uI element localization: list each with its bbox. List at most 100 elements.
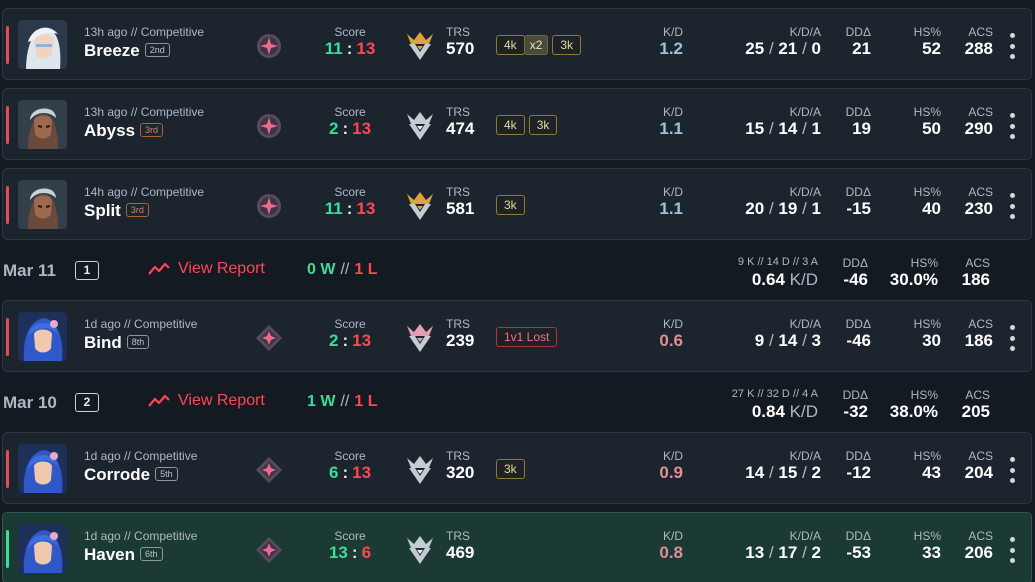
match-row[interactable]: 1d ago // Competitive Bind 8th Score 2:13 … — [2, 300, 1032, 372]
more-options-icon[interactable] — [1006, 537, 1018, 563]
match-meta: 1d ago // Competitive — [84, 529, 198, 543]
view-report-link[interactable]: View Report — [148, 260, 265, 278]
kda: K/D/A 20 / 19 / 1 — [745, 185, 821, 218]
kda-summary: 27 K // 32 D // 4 A — [731, 388, 818, 400]
rank-icon — [256, 537, 282, 563]
acs: ACS 290 — [964, 105, 993, 138]
match-row[interactable]: 14h ago // Competitive Split 3rd Score 11:… — [2, 168, 1032, 240]
match-row[interactable]: 1d ago // Competitive Corrode 5th Score 6:… — [2, 432, 1032, 504]
agent-avatar — [18, 100, 67, 149]
trend-icon — [148, 262, 170, 275]
hs-percent: HS% 40 — [913, 185, 941, 218]
trs: TRS 239 — [446, 317, 475, 350]
match-row[interactable]: 1d ago // Competitive Haven 6th Score 13:6… — [2, 512, 1032, 582]
match-meta: 1d ago // Competitive — [84, 449, 198, 463]
day-date: Mar 10 — [3, 393, 57, 412]
more-options-icon[interactable] — [1006, 457, 1018, 483]
kda: K/D/A 14 / 15 / 2 — [745, 449, 821, 482]
loss-indicator — [6, 450, 9, 488]
loss-indicator — [6, 186, 9, 224]
placement-badge: 6th — [140, 547, 163, 561]
win-loss: 0 W//1 L — [307, 261, 378, 278]
match-count-badge: 1 — [75, 261, 99, 280]
more-options-icon[interactable] — [1006, 325, 1018, 351]
rank-icon — [256, 325, 282, 351]
badge-4k: 4k — [496, 115, 525, 135]
badge-3k: 3k — [496, 195, 525, 215]
map-name: Abyss 3rd — [84, 121, 164, 141]
badge-3k: 3k — [528, 115, 558, 135]
agent-avatar — [18, 444, 67, 493]
score: Score 11:13 — [324, 25, 376, 58]
kda: K/D/A 25 / 21 / 0 — [745, 25, 821, 58]
rank-icon — [257, 114, 281, 138]
day-summary: Mar 11 1 View Report 0 W//1 L 9 K // 14 … — [0, 248, 1035, 298]
kd: K/D 0.8 — [659, 529, 683, 562]
placement-badge: 2nd — [144, 43, 170, 57]
acs-summary: ACS 186 — [961, 256, 990, 289]
highlight-badges: 4k x2 3k — [496, 35, 582, 55]
match-row[interactable]: 13h ago // Competitive Abyss 3rd Score 2:1… — [2, 88, 1032, 160]
dd-summary: DDΔ -32 — [842, 388, 868, 421]
view-report-link[interactable]: View Report — [148, 392, 265, 410]
day-summary: Mar 10 2 View Report 1 W//1 L 27 K // 32… — [0, 380, 1035, 430]
badge-3k: 3k — [552, 35, 582, 55]
rank-icon — [257, 34, 281, 58]
hs-summary: HS% 30.0% — [889, 256, 938, 289]
match-count-badge: 2 — [75, 393, 99, 412]
dd-delta: DDΔ -12 — [845, 449, 871, 482]
trs-silver-icon — [407, 456, 433, 484]
dd-delta: DDΔ -53 — [845, 529, 871, 562]
hs-percent: HS% 33 — [913, 529, 941, 562]
win-indicator — [6, 530, 9, 568]
badge-3k: 3k — [496, 459, 525, 479]
score: Score 11:13 — [324, 185, 376, 218]
match-meta: 14h ago // Competitive — [84, 185, 205, 199]
kda: K/D/A 15 / 14 / 1 — [745, 105, 821, 138]
score: Score 6:13 — [328, 449, 372, 482]
score: Score 2:13 — [328, 105, 372, 138]
dd-delta: DDΔ 19 — [845, 105, 871, 138]
rank-icon — [257, 194, 281, 218]
score: Score 13:6 — [328, 529, 372, 562]
map-name: Breeze 2nd — [84, 41, 170, 61]
dd-summary: DDΔ -46 — [842, 256, 868, 289]
match-meta: 13h ago // Competitive — [84, 105, 205, 119]
dd-delta: DDΔ -46 — [845, 317, 871, 350]
kd: K/D 0.9 — [659, 449, 683, 482]
kd: K/D 1.1 — [659, 105, 683, 138]
badge-multiplier: x2 — [523, 35, 549, 55]
trs-gold-icon — [407, 32, 433, 60]
agent-avatar — [18, 180, 67, 229]
hs-summary: HS% 38.0% — [889, 388, 938, 421]
match-row[interactable]: 13h ago // Competitive Breeze 2nd Score 11… — [2, 8, 1032, 80]
map-name: Corrode 5th — [84, 465, 178, 485]
kd: K/D 0.6 — [659, 317, 683, 350]
dd-delta: DDΔ -15 — [845, 185, 871, 218]
kda: K/D/A 13 / 17 / 2 — [745, 529, 821, 562]
placement-badge: 5th — [155, 467, 178, 481]
placement-badge: 8th — [126, 335, 150, 349]
loss-indicator — [6, 26, 9, 64]
hs-percent: HS% 50 — [913, 105, 941, 138]
trs: TRS 469 — [446, 529, 475, 562]
score: Score 2:13 — [328, 317, 372, 350]
placement-badge: 3rd — [125, 203, 149, 217]
acs: ACS 204 — [964, 449, 993, 482]
trs-silver-icon — [407, 536, 433, 564]
more-options-icon[interactable] — [1006, 113, 1018, 139]
more-options-icon[interactable] — [1006, 33, 1018, 59]
kd: K/D 1.1 — [659, 185, 683, 218]
match-meta: 13h ago // Competitive — [84, 25, 205, 39]
match-meta: 1d ago // Competitive — [84, 317, 198, 331]
acs: ACS 186 — [964, 317, 993, 350]
highlight-badges: 1v1 Lost — [496, 327, 558, 347]
dd-delta: DDΔ 21 — [845, 25, 871, 58]
kd-summary: 0.64 K/D — [751, 270, 818, 289]
rank-icon — [256, 457, 282, 483]
map-name: Haven 6th — [84, 545, 163, 565]
trs-gold-icon — [407, 192, 433, 220]
loss-indicator — [6, 106, 9, 144]
more-options-icon[interactable] — [1006, 193, 1018, 219]
kda: K/D/A 9 / 14 / 3 — [754, 317, 821, 350]
